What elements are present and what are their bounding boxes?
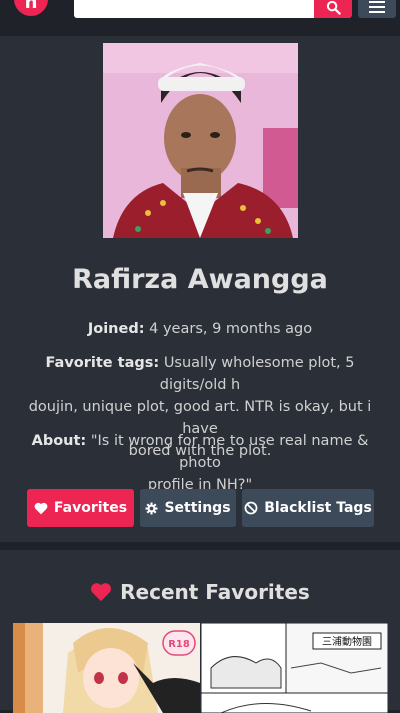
ban-icon bbox=[244, 501, 258, 515]
about-label: About: bbox=[31, 433, 87, 449]
gear-icon bbox=[145, 502, 158, 514]
favorites-button-label: Favorites bbox=[53, 500, 128, 516]
about-info: About: "Is it wrong for me to use real n… bbox=[12, 430, 388, 496]
search-button[interactable] bbox=[314, 0, 352, 18]
menu-icon bbox=[369, 1, 385, 13]
top-navbar: n bbox=[0, 0, 400, 30]
joined-value: 4 years, 9 months ago bbox=[149, 321, 313, 337]
settings-button-label: Settings bbox=[164, 500, 231, 516]
heart-icon bbox=[91, 583, 112, 602]
username: Rafirza Awangga bbox=[72, 264, 328, 295]
zoo-sign-text: 三浦動物園 bbox=[322, 635, 372, 648]
blacklist-tags-button[interactable]: Blacklist Tags bbox=[242, 489, 374, 527]
gallery-thumbnail[interactable]: R18 bbox=[13, 623, 200, 713]
heart-icon bbox=[34, 502, 48, 514]
menu-button[interactable] bbox=[358, 0, 396, 18]
search-icon bbox=[326, 0, 341, 15]
recent-favorites-panel: Recent Favorites R18 三浦動物園 bbox=[0, 550, 400, 713]
joined-label: Joined: bbox=[87, 321, 145, 337]
user-profile-panel: Rafirza Awangga Joined: 4 years, 9 month… bbox=[0, 36, 400, 542]
favorite-tags-line-1: Usually wholesome plot, 5 digits/old h bbox=[159, 355, 355, 393]
blacklist-tags-button-label: Blacklist Tags bbox=[264, 500, 372, 516]
r18-badge: R18 bbox=[168, 639, 190, 650]
recent-favorites-heading: Recent Favorites bbox=[0, 578, 400, 606]
favorite-tags-label: Favorite tags: bbox=[45, 355, 160, 371]
site-logo[interactable]: n bbox=[14, 0, 48, 16]
settings-button[interactable]: Settings bbox=[140, 489, 236, 527]
joined-info: Joined: 4 years, 9 months ago bbox=[12, 318, 388, 340]
logo-text: n bbox=[24, 0, 38, 13]
about-line-1: "Is it wrong for me to use real name & p… bbox=[90, 433, 369, 471]
gallery-thumbnail[interactable]: 三浦動物園 bbox=[201, 623, 388, 713]
search-input[interactable] bbox=[74, 0, 314, 18]
favorites-button[interactable]: Favorites bbox=[27, 489, 134, 527]
recent-favorites-title: Recent Favorites bbox=[120, 580, 310, 604]
avatar bbox=[103, 43, 298, 238]
